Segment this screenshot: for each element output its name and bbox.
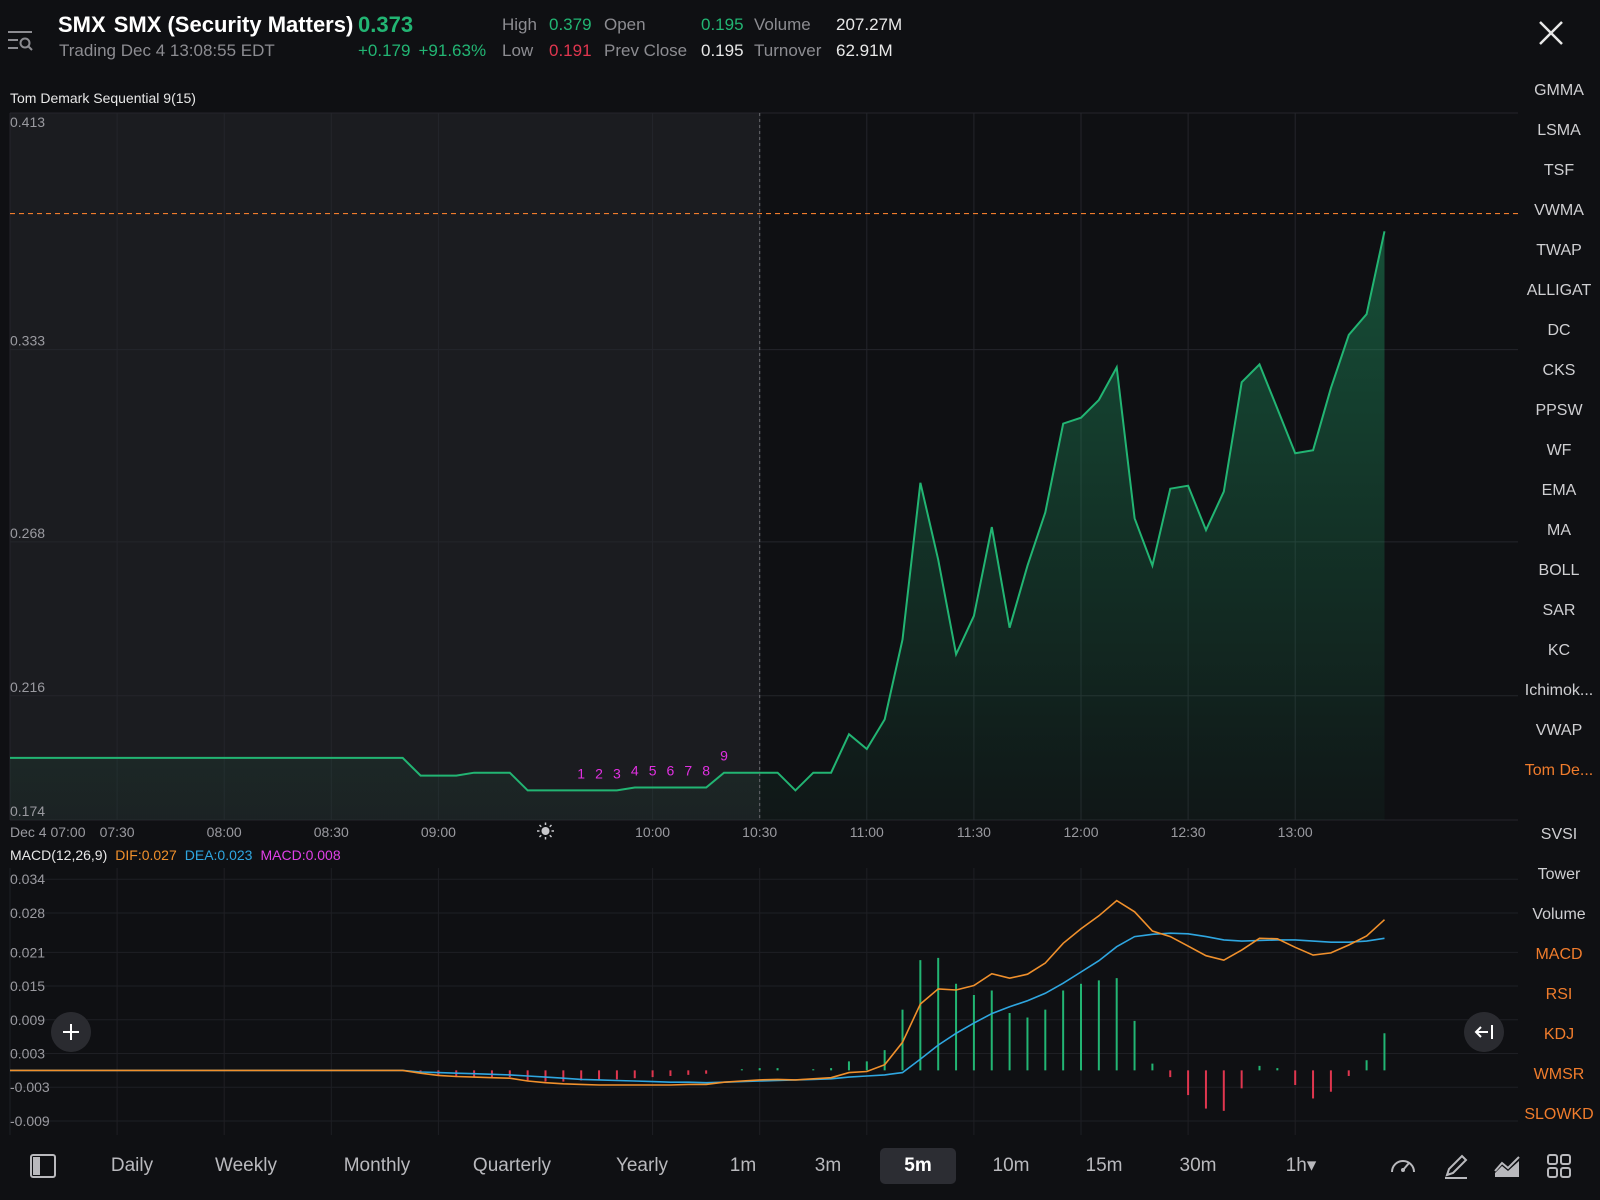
sidebar-item-ichimok[interactable]: Ichimok... [1518,682,1600,700]
sidebar-item-macd[interactable]: MACD [1518,946,1600,964]
timeframe-3m[interactable]: 3m [801,1148,855,1184]
price-y-tick-label: 0.268 [10,525,45,541]
sidebar-item-cks[interactable]: CKS [1518,362,1600,380]
price-y-tick-label: 0.333 [10,333,45,349]
price-y-tick-label: 0.216 [10,679,45,695]
sidebar-item-wmsr[interactable]: WMSR [1518,1066,1600,1084]
speedometer-icon[interactable] [1388,1151,1418,1181]
price-x-tick-label: 10:00 [635,824,670,840]
price-x-tick-label: 08:00 [207,824,242,840]
td-setup-label: 5 [649,762,657,778]
price-x-tick-label: 11:00 [850,824,884,840]
sidebar-item-sar[interactable]: SAR [1518,602,1600,620]
sun-icon-ray [549,824,553,828]
macd-legend-dea: DEA:0.023 [184,847,253,863]
timeframe-10m[interactable]: 10m [982,1148,1040,1184]
td-setup-label: 4 [631,762,639,778]
sidebar-item-tomde[interactable]: Tom De... [1518,762,1600,780]
timeframe-monthly[interactable]: Monthly [329,1148,425,1184]
panel-icon[interactable] [28,1151,58,1181]
sidebar-item-volume[interactable]: Volume [1518,906,1600,924]
timeframe-yearly[interactable]: Yearly [601,1148,683,1184]
price-x-tick-label: 11:30 [957,824,991,840]
sidebar-item-ema[interactable]: EMA [1518,482,1600,500]
macd-y-tick-label: 0.003 [10,1045,45,1061]
td-setup-label: 9 [720,748,728,764]
sidebar-item-alligat[interactable]: ALLIGAT [1518,282,1600,300]
timeframe-1m[interactable]: 1m [718,1148,768,1184]
price-x-tick-label: 08:30 [314,824,349,840]
price-x-tick-label: 09:00 [421,824,456,840]
macd-legend-macd: MACD:0.008 [260,847,341,863]
sidebar-item-lsma[interactable]: LSMA [1518,122,1600,140]
price-x-tick-label: 07:30 [100,824,135,840]
indicator-label: Tom Demark Sequential 9(15) [10,90,196,106]
timeframe-15m[interactable]: 15m [1075,1148,1133,1184]
sun-icon-ray [538,834,542,838]
macd-y-tick-label: -0.009 [10,1113,50,1129]
sidebar-item-svsi[interactable]: SVSI [1518,826,1600,844]
collapse-left-icon[interactable] [1464,1012,1504,1052]
sidebar-item-tsf[interactable]: TSF [1518,162,1600,180]
grid-icon[interactable] [1544,1151,1574,1181]
premarket-shade [10,113,760,820]
macd-y-tick-label: 0.034 [10,871,45,887]
macd-legend: MACD(12,26,9) DIF:0.027 DEA:0.023 MACD:0.00… [10,847,349,863]
sun-icon [541,827,550,835]
macd-y-tick-label: 0.015 [10,978,45,994]
sun-icon-ray [538,824,542,828]
chart-area[interactable]: 0.413 0.333 0.268 0.216 0.174 Dec 4 07:00 07:3… [0,0,1518,1140]
macd-y-tick-label: -0.003 [10,1079,50,1095]
price-x-tick-label: 13:00 [1278,824,1313,840]
sidebar-item-ppsw[interactable]: PPSW [1518,402,1600,420]
sidebar-item-kc[interactable]: KC [1518,642,1600,660]
macd-y-tick-label: 0.028 [10,905,45,921]
td-setup-label: 6 [667,762,675,778]
price-x-tick-label: Dec 4 07:00 [10,824,86,840]
td-setup-label: 2 [595,765,603,781]
plus-icon[interactable] [51,1012,91,1052]
sidebar-item-vwap[interactable]: VWAP [1518,722,1600,740]
macd-y-tick-label: 0.009 [10,1012,45,1028]
close-icon[interactable] [1536,18,1566,48]
price-x-tick-label: 10:30 [742,824,777,840]
macd-legend-dif: DIF:0.027 [115,847,177,863]
price-x-tick-label: 12:30 [1171,824,1206,840]
timeframe-daily[interactable]: Daily [98,1148,166,1184]
sidebar-item-wf[interactable]: WF [1518,442,1600,460]
timeframe-30m[interactable]: 30m [1166,1148,1230,1184]
timeframe-5m[interactable]: 5m [880,1148,956,1184]
td-setup-label: 8 [702,762,710,778]
td-setup-label: 7 [684,762,692,778]
sidebar-item-vwma[interactable]: VWMA [1518,202,1600,220]
sidebar-item-gmma[interactable]: GMMA [1518,82,1600,100]
td-setup-label: 3 [613,765,621,781]
dif-line [10,899,1386,1086]
sun-icon-ray [549,834,553,838]
price-y-tick-label: 0.174 [10,803,45,819]
sidebar-item-dc[interactable]: DC [1518,322,1600,340]
timeframe-1h[interactable]: 1h▾ [1271,1148,1331,1184]
sidebar-item-kdj[interactable]: KDJ [1518,1026,1600,1044]
sidebar-item-boll[interactable]: BOLL [1518,562,1600,580]
sidebar-item-slowkd[interactable]: SLOWKD [1518,1106,1600,1124]
sidebar-item-ma[interactable]: MA [1518,522,1600,540]
dea-line [10,932,1385,1084]
timeframe-weekly[interactable]: Weekly [203,1148,289,1184]
td-setup-label: 1 [577,765,585,781]
price-y-tick-label: 0.413 [10,114,45,130]
sidebar-item-rsi[interactable]: RSI [1518,986,1600,1004]
macd-legend-title: MACD(12,26,9) [10,847,108,863]
sidebar-item-twap[interactable]: TWAP [1518,242,1600,260]
sidebar-item-tower[interactable]: Tower [1518,866,1600,884]
chart-type-icon[interactable] [1492,1151,1522,1181]
price-x-tick-label: 12:00 [1063,824,1098,840]
macd-y-tick-label: 0.021 [10,944,45,960]
timeframe-quarterly[interactable]: Quarterly [459,1148,565,1184]
pen-icon[interactable] [1441,1151,1471,1181]
